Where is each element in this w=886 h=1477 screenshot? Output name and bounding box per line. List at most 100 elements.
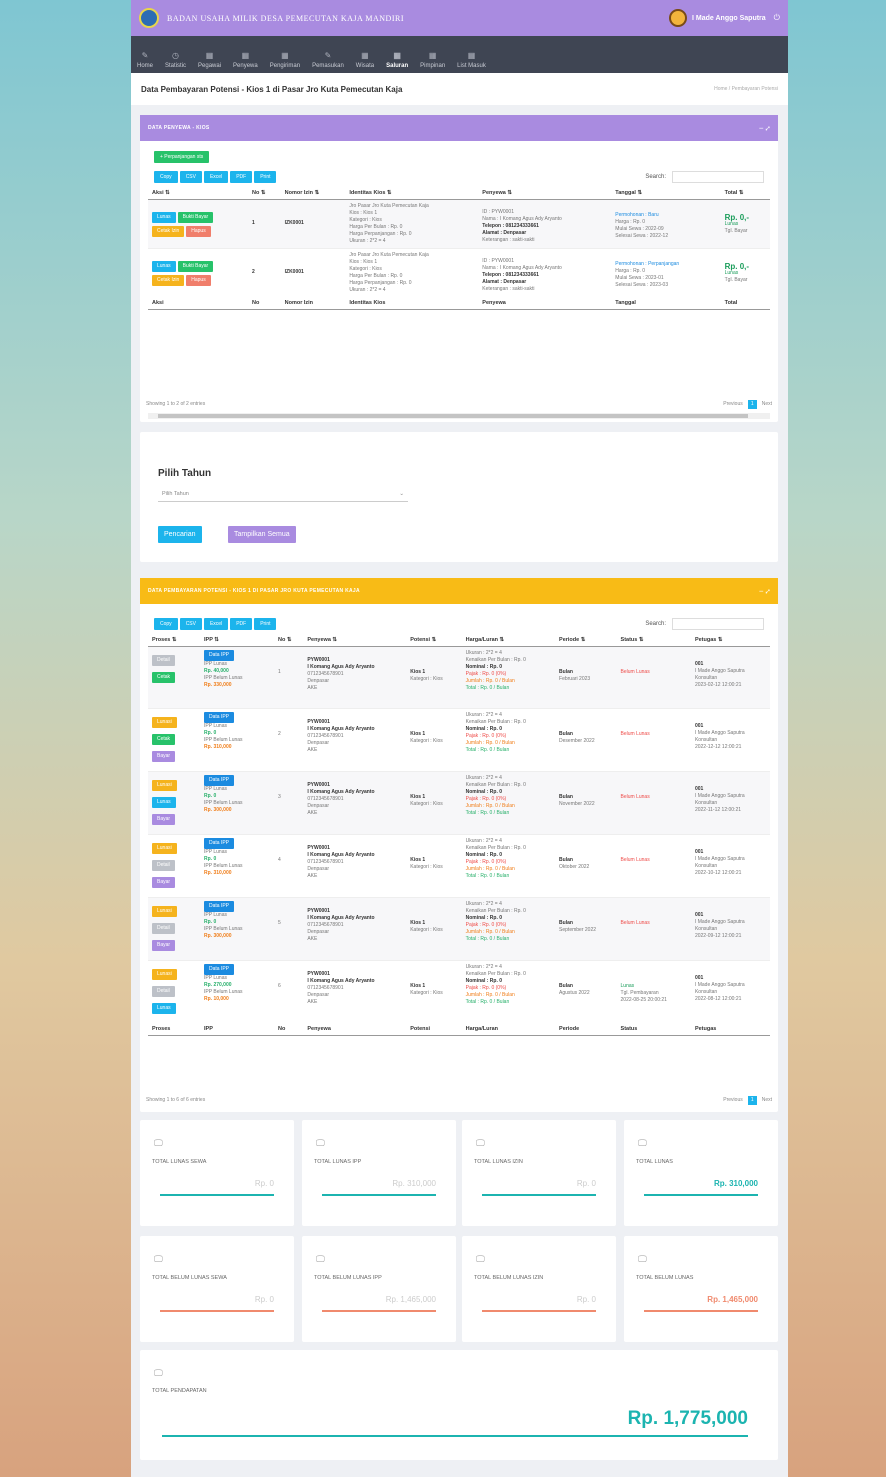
avatar[interactable]: [669, 9, 688, 27]
power-icon[interactable]: ⏻: [774, 13, 780, 23]
lunasi-button[interactable]: Lunasi: [152, 780, 177, 791]
data-ipp-button[interactable]: Data IPP: [204, 775, 235, 786]
cetak-button[interactable]: Cetak: [152, 734, 176, 745]
next-button[interactable]: Next: [762, 401, 772, 407]
export-pdf-button[interactable]: PDF: [230, 618, 253, 630]
cell-line: 2022-09-12 12:00:21: [694, 933, 742, 939]
column-header[interactable]: Proses ⇅: [148, 634, 200, 647]
search-input[interactable]: [672, 618, 764, 630]
column-header[interactable]: Identitas Kios ⇅: [345, 187, 479, 200]
column-header[interactable]: No ⇅: [248, 187, 281, 200]
collapse-icon[interactable]: － ⤢: [759, 125, 770, 132]
column-header[interactable]: Aksi ⇅: [148, 187, 248, 200]
lunasi-button[interactable]: Lunasi: [152, 969, 177, 980]
column-header[interactable]: IPP ⇅: [200, 634, 274, 647]
nav-item-statistic[interactable]: ◷ Statistic: [165, 51, 186, 69]
data-ipp-button[interactable]: Data IPP: [204, 650, 235, 661]
column-header[interactable]: Periode ⇅: [555, 634, 617, 647]
column-header[interactable]: Penyewa ⇅: [478, 187, 612, 200]
bukti-bayar-button[interactable]: Bukti Bayar: [177, 212, 214, 223]
column-header[interactable]: Total ⇅: [720, 187, 770, 200]
detail-button[interactable]: Detail: [152, 860, 175, 871]
add-extension-button[interactable]: + Perpanjangan sts: [154, 151, 210, 163]
lunasi-button[interactable]: Lunasi: [152, 906, 177, 917]
lunas-button[interactable]: Lunas: [152, 212, 176, 223]
column-header[interactable]: No ⇅: [274, 634, 304, 647]
stat-card: 🖵 TOTAL BELUM LUNAS SEWA Rp. 0: [140, 1236, 294, 1342]
search-input[interactable]: [672, 171, 764, 183]
export-csv-button[interactable]: CSV: [179, 171, 202, 183]
column-header[interactable]: Potensi ⇅: [406, 634, 462, 647]
column-header[interactable]: Nomor Izin ⇅: [280, 187, 346, 200]
column-header[interactable]: Harga/Luran ⇅: [461, 634, 556, 647]
export-excel-button[interactable]: Excel: [203, 618, 229, 630]
lunas-button[interactable]: Lunas: [152, 1003, 176, 1014]
harga-cell: Ukuran : 2*2 = 4 Kenaikan Per Bulan : Rp.…: [461, 646, 556, 709]
year-select[interactable]: Pilih Tahun ⌄: [158, 486, 408, 502]
penyewa-cell: PYW0001 I Komang Agus Ady Aryanto 07123456…: [303, 960, 407, 1023]
column-header[interactable]: Petugas ⇅: [690, 634, 770, 647]
export-excel-button[interactable]: Excel: [203, 171, 229, 183]
nav-item-pemasukan[interactable]: ✎ Pemasukan: [312, 51, 344, 69]
nav-item-pegawai[interactable]: ▦ Pegawai: [198, 51, 221, 69]
detail-button[interactable]: Detail: [152, 655, 175, 666]
bayar-button[interactable]: Bayar: [152, 940, 176, 951]
detail-button[interactable]: Detail: [152, 923, 175, 934]
cell-line: Kios : Kios 1: [349, 259, 378, 265]
horizontal-scrollbar[interactable]: [148, 413, 770, 419]
hapus-button[interactable]: Hapus: [186, 275, 211, 286]
nav-item-wisata[interactable]: ▦ Wisata: [356, 51, 374, 69]
export-print-button[interactable]: Print: [254, 171, 277, 183]
stat-card: 🖵 TOTAL BELUM LUNAS IPP Rp. 1,465,000: [302, 1236, 456, 1342]
export-copy-button[interactable]: Copy: [154, 618, 178, 630]
page-1-button[interactable]: 1: [747, 1095, 757, 1105]
lunasi-button[interactable]: Lunasi: [152, 843, 177, 854]
nav-item-list-masuk[interactable]: ▦ List Masuk: [457, 51, 486, 69]
bukti-bayar-button[interactable]: Bukti Bayar: [177, 261, 214, 272]
column-header[interactable]: Penyewa ⇅: [303, 634, 407, 647]
prev-button[interactable]: Previous: [723, 401, 742, 407]
nav-item-pengiriman[interactable]: ▦ Pengiriman: [270, 51, 300, 69]
column-header: No: [248, 297, 281, 310]
nav-item-pimpinan[interactable]: ▦ Pimpinan: [420, 51, 445, 69]
search-button[interactable]: Pencarian: [158, 526, 202, 543]
prev-button[interactable]: Previous: [723, 1097, 742, 1103]
nav-item-home[interactable]: ✎ Home: [137, 51, 153, 69]
cell-line: 0712345678901: [307, 671, 344, 677]
bayar-button[interactable]: Bayar: [152, 751, 176, 762]
cell-line: September 2022: [559, 927, 597, 933]
stat-label: TOTAL PENDAPATAN: [152, 1388, 207, 1394]
export-pdf-button[interactable]: PDF: [230, 171, 253, 183]
page-1-button[interactable]: 1: [747, 399, 757, 409]
detail-button[interactable]: Detail: [152, 986, 175, 997]
cell-line: Rp. 300,000: [204, 807, 232, 813]
collapse-icon[interactable]: － ⤢: [759, 588, 770, 595]
hapus-button[interactable]: Hapus: [186, 226, 211, 237]
cetak-izin-button[interactable]: Cetak Izin: [152, 226, 185, 237]
export-print-button[interactable]: Print: [254, 618, 277, 630]
bayar-button[interactable]: Bayar: [152, 814, 176, 825]
data-ipp-button[interactable]: Data IPP: [204, 901, 235, 912]
cell-line: 001: [694, 723, 704, 729]
lunasi-button[interactable]: Lunasi: [152, 717, 177, 728]
process-cell: Lunasi Detail Bayar: [148, 897, 200, 961]
nav-item-penyewa[interactable]: ▦ Penyewa: [233, 51, 258, 69]
nav-label: Pegawai: [198, 63, 222, 69]
lunas-button[interactable]: Lunas: [152, 797, 176, 808]
data-ipp-button[interactable]: Data IPP: [204, 964, 235, 975]
export-csv-button[interactable]: CSV: [179, 618, 202, 630]
column-header[interactable]: Status ⇅: [616, 634, 691, 647]
data-ipp-button[interactable]: Data IPP: [204, 712, 235, 723]
lunas-button[interactable]: Lunas: [152, 261, 176, 272]
cetak-button[interactable]: Cetak: [152, 672, 176, 683]
export-copy-button[interactable]: Copy: [154, 171, 178, 183]
next-button[interactable]: Next: [762, 1097, 772, 1103]
nav-item-saluran[interactable]: ▦ Saluran: [386, 51, 408, 69]
data-ipp-button[interactable]: Data IPP: [204, 838, 235, 849]
potensi-cell: Kios 1 Kategori : Kios: [406, 771, 462, 835]
show-all-button[interactable]: Tampilkan Semua: [228, 526, 296, 543]
user-name[interactable]: I Made Anggo Saputra: [692, 15, 766, 22]
column-header[interactable]: Tanggal ⇅: [611, 187, 721, 200]
cetak-izin-button[interactable]: Cetak Izin: [152, 275, 185, 286]
bayar-button[interactable]: Bayar: [152, 877, 176, 888]
